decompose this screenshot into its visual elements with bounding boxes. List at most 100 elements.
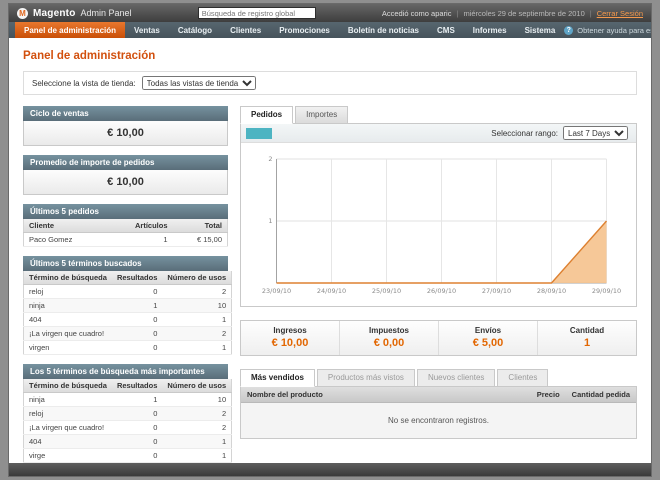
range-toolbar: Seleccionar rango: Last 7 Days bbox=[241, 124, 636, 143]
help-icon: ? bbox=[564, 25, 574, 35]
column-header: Número de usos bbox=[162, 379, 232, 393]
table-row[interactable]: reloj 0 2 bbox=[23, 406, 232, 421]
logout-link[interactable]: Cerrar Sesión bbox=[597, 9, 643, 18]
svg-text:29/09/10: 29/09/10 bbox=[592, 287, 621, 295]
separator: | bbox=[589, 8, 592, 18]
cell: Paco Gomez bbox=[23, 232, 107, 247]
svg-text:23/09/10: 23/09/10 bbox=[262, 287, 291, 295]
nav-item-catalogo[interactable]: Catálogo bbox=[169, 22, 221, 38]
panel-lifetime-sales: Ciclo de ventas € 10,00 bbox=[23, 106, 228, 146]
panel-top-search-terms-title: Los 5 términos de búsqueda más important… bbox=[23, 364, 228, 379]
table-row[interactable]: 404 0 1 bbox=[23, 312, 232, 327]
panel-average-order-title: Promedio de importe de pedidos bbox=[23, 155, 228, 170]
cell: reloj bbox=[23, 284, 112, 299]
table-row[interactable]: virge 0 1 bbox=[23, 448, 232, 463]
grid-tabs: Más vendidos Productos más vistos Nuevos c… bbox=[240, 369, 637, 387]
cell: 0 bbox=[111, 448, 163, 463]
tab-productos-mas-vistos[interactable]: Productos más vistos bbox=[316, 369, 415, 387]
panel-last-search-terms-title: Últimos 5 términos buscados bbox=[23, 256, 228, 271]
cell: 0 bbox=[111, 284, 163, 299]
main-nav: Panel de administración Ventas Catálogo Cli… bbox=[9, 22, 651, 38]
panel-last-orders-title: Últimos 5 pedidos bbox=[23, 204, 228, 219]
table-last-search-terms: Término de búsqueda Resultados Número de u… bbox=[23, 271, 233, 355]
dashboard-right-column: Pedidos Importes Seleccionar rango: Last … bbox=[240, 106, 637, 439]
dashboard-columns: Ciclo de ventas € 10,00 Promedio de import… bbox=[23, 106, 637, 463]
cell: 1 bbox=[162, 448, 232, 463]
panel-lifetime-sales-value: € 10,00 bbox=[23, 121, 228, 146]
store-switcher-label: Seleccione la vista de tienda: bbox=[32, 78, 136, 88]
svg-text:26/09/10: 26/09/10 bbox=[427, 287, 456, 295]
orders-chart-area: 2 1 23/09/10 24/09/10 25/09/10 26/09/10 27/09/… bbox=[241, 143, 636, 306]
column-header: Nombre del producto bbox=[241, 387, 511, 403]
tab-pedidos[interactable]: Pedidos bbox=[240, 106, 294, 124]
global-search-input[interactable] bbox=[197, 7, 316, 19]
page-footer bbox=[9, 463, 651, 476]
tab-nuevos-clientes[interactable]: Nuevos clientes bbox=[416, 369, 496, 387]
range-select[interactable]: Last 7 Days bbox=[563, 126, 628, 140]
cell: 10 bbox=[162, 298, 232, 313]
table-row[interactable]: ninja 1 10 bbox=[23, 392, 232, 407]
tab-mas-vendidos[interactable]: Más vendidos bbox=[240, 369, 315, 387]
table-row[interactable]: Paco Gomez 1 € 15,00 bbox=[23, 232, 228, 247]
chart-tabs: Pedidos Importes bbox=[240, 106, 637, 124]
top-header: M Magento Admin Panel Accedió como apari… bbox=[9, 4, 651, 22]
nav-item-clientes[interactable]: Clientes bbox=[221, 22, 270, 38]
store-switcher: Seleccione la vista de tienda: Todas las… bbox=[23, 71, 637, 95]
cell: 2 bbox=[162, 326, 232, 341]
store-view-select[interactable]: Todas las vistas de tienda bbox=[141, 76, 256, 90]
chart-panel: Seleccionar rango: Last 7 Days 2 1 23/09/1… bbox=[240, 123, 637, 307]
cell: 1 bbox=[106, 232, 173, 247]
column-header: Número de usos bbox=[162, 271, 232, 285]
svg-text:27/09/10: 27/09/10 bbox=[482, 287, 511, 295]
tab-importes[interactable]: Importes bbox=[295, 106, 349, 124]
table-row[interactable]: virgen 0 1 bbox=[23, 340, 232, 355]
cell: ¡La virgen que cuadro! bbox=[23, 326, 112, 341]
cell: 1 bbox=[162, 312, 232, 327]
cell: 0 bbox=[111, 312, 163, 327]
table-row[interactable]: reloj 0 2 bbox=[23, 284, 232, 299]
column-header: Resultados bbox=[111, 379, 163, 393]
column-header: Cliente bbox=[23, 219, 107, 233]
nav-item-panel-de-administracion[interactable]: Panel de administración bbox=[15, 22, 126, 38]
cell: 404 bbox=[23, 434, 112, 449]
help-link[interactable]: ? Obtener ayuda para esta página bbox=[564, 22, 651, 38]
logged-in-as: Accedió como aparic bbox=[381, 8, 452, 18]
table-row[interactable]: ¡La virgen que cuadro! 0 2 bbox=[23, 420, 232, 435]
nav-item-boletin-de-noticias[interactable]: Boletín de noticias bbox=[339, 22, 428, 38]
stat-cantidad: Cantidad 1 bbox=[537, 321, 636, 355]
cell: virge bbox=[23, 448, 112, 463]
column-header: Total bbox=[172, 219, 228, 233]
panel-top-search-terms: Los 5 términos de búsqueda más important… bbox=[23, 364, 233, 463]
svg-text:25/09/10: 25/09/10 bbox=[372, 287, 401, 295]
admin-page: M Magento Admin Panel Accedió como apari… bbox=[8, 3, 652, 477]
nav-item-ventas[interactable]: Ventas bbox=[125, 22, 169, 38]
stat-label: Impuestos bbox=[368, 326, 409, 335]
nav-items: Panel de administración Ventas Catálogo Cli… bbox=[15, 22, 564, 38]
nav-item-cms[interactable]: CMS bbox=[428, 22, 464, 38]
table-row[interactable]: 404 0 1 bbox=[23, 434, 232, 449]
stat-label: Envíos bbox=[474, 326, 502, 335]
cell: 404 bbox=[23, 312, 112, 327]
panel-last-orders: Últimos 5 pedidos Cliente Artículos Total Pa… bbox=[23, 204, 228, 247]
orders-chart: 2 1 23/09/10 24/09/10 25/09/10 26/09/10 27/09/… bbox=[262, 155, 621, 295]
table-row[interactable]: ninja 1 10 bbox=[23, 298, 232, 313]
empty-row: No se encontraron registros. bbox=[241, 402, 636, 438]
cell: 2 bbox=[162, 406, 232, 421]
cell: 0 bbox=[111, 340, 163, 355]
current-date: miércoles 29 de septiembre de 2010 bbox=[463, 8, 585, 18]
toolbar-accent bbox=[246, 128, 272, 139]
empty-message: No se encontraron registros. bbox=[241, 402, 636, 438]
cell: 10 bbox=[162, 392, 232, 407]
svg-text:24/09/10: 24/09/10 bbox=[317, 287, 346, 295]
stat-impuestos: Impuestos € 0,00 bbox=[339, 321, 438, 355]
column-header: Término de búsqueda bbox=[23, 379, 112, 393]
products-table: Nombre del producto Precio Cantidad pedida… bbox=[241, 387, 636, 438]
nav-item-promociones[interactable]: Promociones bbox=[270, 22, 339, 38]
table-row[interactable]: ¡La virgen que cuadro! 0 2 bbox=[23, 326, 232, 341]
nav-item-informes[interactable]: Informes bbox=[464, 22, 516, 38]
cell: 1 bbox=[111, 298, 163, 313]
svg-text:28/09/10: 28/09/10 bbox=[537, 287, 566, 295]
nav-item-sistema[interactable]: Sistema bbox=[516, 22, 565, 38]
cell: ¡La virgen que cuadro! bbox=[23, 420, 112, 435]
tab-clientes[interactable]: Clientes bbox=[497, 369, 549, 387]
